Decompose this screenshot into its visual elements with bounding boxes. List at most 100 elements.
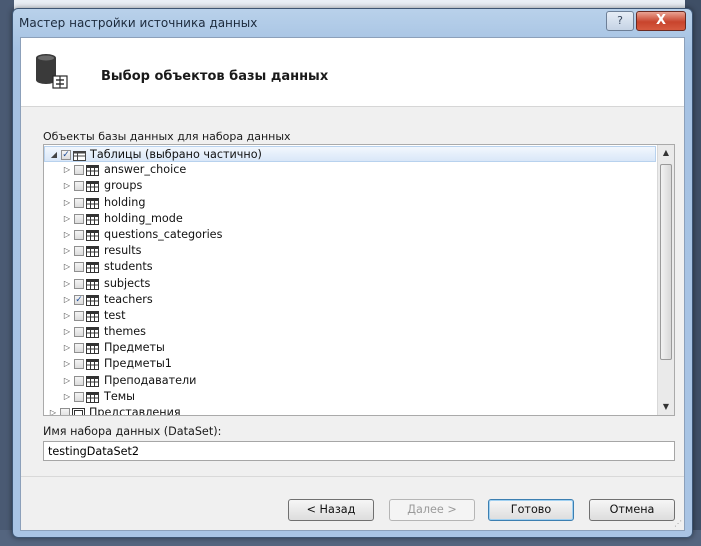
window-title: Мастер настройки источника данных [19, 16, 258, 30]
table-row[interactable]: ▷ holding [44, 195, 656, 211]
table-icon [86, 213, 99, 225]
expand-icon[interactable]: ▷ [62, 308, 72, 324]
table-checkbox[interactable] [74, 343, 84, 354]
table-checkbox[interactable] [74, 278, 84, 289]
table-name: teachers [104, 292, 153, 306]
expand-icon[interactable]: ▷ [62, 292, 72, 308]
expand-icon[interactable]: ▷ [62, 373, 72, 389]
table-name: Предметы1 [104, 357, 172, 371]
table-name: Темы [104, 389, 135, 403]
title-bar[interactable]: Мастер настройки источника данных ? X [13, 9, 692, 37]
scroll-thumb[interactable] [660, 164, 672, 360]
expand-icon[interactable]: ▷ [62, 178, 72, 194]
table-row[interactable]: ▷ holding_mode [44, 211, 656, 227]
tree-node-label: Таблицы (выбрано частично) [90, 148, 262, 161]
expand-icon[interactable]: ▷ [62, 227, 72, 243]
expand-icon[interactable]: ▷ [62, 195, 72, 211]
expand-icon[interactable]: ▷ [62, 340, 72, 356]
table-row[interactable]: ▷ Предметы1 [44, 356, 656, 372]
table-checkbox-checked[interactable]: ✓ [74, 294, 84, 305]
finish-button[interactable]: Готово [488, 499, 574, 521]
table-row[interactable]: ▷ students [44, 259, 656, 275]
table-checkbox[interactable] [74, 246, 84, 257]
table-checkbox[interactable] [74, 327, 84, 338]
table-icon [86, 197, 99, 209]
tree-node-tables[interactable]: ◢ ✓ Таблицы (выбрано частично) [44, 146, 656, 163]
wizard-content: Выбор объектов базы данных Объекты базы … [20, 37, 685, 531]
cancel-button[interactable]: Отмена [589, 499, 675, 521]
resize-grip-icon[interactable]: ⋰ [674, 519, 682, 528]
table-name: Преподаватели [104, 373, 197, 387]
table-name: subjects [104, 276, 151, 290]
table-checkbox[interactable] [74, 375, 84, 386]
table-name: students [104, 260, 153, 274]
expand-icon[interactable]: ▷ [62, 162, 72, 178]
help-button[interactable]: ? [606, 11, 634, 31]
dataset-name-input[interactable] [43, 441, 675, 461]
wizard-window: Мастер настройки источника данных ? X Вы… [12, 8, 693, 538]
expand-icon[interactable]: ▷ [62, 211, 72, 227]
close-button[interactable]: X [636, 11, 686, 31]
table-checkbox[interactable] [74, 197, 84, 208]
page-title: Выбор объектов базы данных [101, 69, 329, 84]
table-icon [86, 343, 99, 355]
table-icon [86, 359, 99, 371]
table-row[interactable]: ▷ Темы [44, 389, 656, 405]
table-name: test [104, 308, 126, 322]
dataset-name-label: Имя набора данных (DataSet): [43, 425, 222, 438]
table-row[interactable]: ▷ subjects [44, 276, 656, 292]
table-row[interactable]: ▷ results [44, 243, 656, 259]
collapse-icon[interactable]: ◢ [49, 147, 59, 163]
next-button[interactable]: Далее > [389, 499, 475, 521]
table-checkbox[interactable] [74, 391, 84, 402]
table-checkbox[interactable] [74, 310, 84, 321]
table-checkbox[interactable] [74, 262, 84, 273]
table-row[interactable]: ▷ questions_categories [44, 227, 656, 243]
table-checkbox[interactable] [74, 181, 84, 192]
table-row[interactable]: ▷ ✓ teachers [44, 292, 656, 308]
table-row[interactable]: ▷ answer_choice [44, 162, 656, 178]
tree-scrollbar[interactable]: ▲ ▼ [657, 145, 674, 415]
table-row[interactable]: ▷ groups [44, 178, 656, 194]
expand-icon[interactable]: ▷ [62, 276, 72, 292]
table-icon [86, 278, 99, 290]
table-name: themes [104, 325, 146, 339]
database-objects-tree[interactable]: ◢ ✓ Таблицы (выбрано частично) ▷ answer_c… [43, 144, 675, 416]
table-name: groups [104, 179, 143, 193]
table-icon [86, 181, 99, 193]
expand-icon[interactable]: ▷ [62, 259, 72, 275]
table-name: results [104, 244, 142, 258]
tree-node-label: Представления [89, 406, 181, 416]
table-name: Предметы [104, 341, 165, 355]
scroll-up-icon[interactable]: ▲ [658, 145, 674, 161]
table-row[interactable]: ▷ Преподаватели [44, 373, 656, 389]
expand-icon[interactable]: ▷ [48, 405, 58, 415]
table-checkbox[interactable] [74, 359, 84, 370]
table-checkbox[interactable] [74, 229, 84, 240]
table-icon [86, 327, 99, 339]
views-folder-icon [72, 408, 85, 415]
expand-icon[interactable]: ▷ [62, 243, 72, 259]
table-icon [86, 262, 99, 274]
table-icon [86, 375, 99, 387]
table-name: answer_choice [104, 163, 187, 177]
checkbox-views[interactable] [60, 408, 70, 415]
expand-icon[interactable]: ▷ [62, 389, 72, 405]
database-icon [36, 54, 68, 89]
tree-rows: ◢ ✓ Таблицы (выбрано частично) ▷ answer_c… [44, 146, 656, 416]
table-checkbox[interactable] [74, 165, 84, 176]
table-row[interactable]: ▷ test [44, 308, 656, 324]
table-icon [86, 310, 99, 322]
checkbox-tables[interactable]: ✓ [61, 150, 71, 160]
tree-node-views[interactable]: ▷ Представления [44, 405, 656, 416]
expand-icon[interactable]: ▷ [62, 324, 72, 340]
table-icon [86, 246, 99, 258]
expand-icon[interactable]: ▷ [62, 356, 72, 372]
table-row[interactable]: ▷ Предметы [44, 340, 656, 356]
wizard-header: Выбор объектов базы данных [21, 38, 684, 107]
table-checkbox[interactable] [74, 213, 84, 224]
table-row[interactable]: ▷ themes [44, 324, 656, 340]
table-name: questions_categories [104, 227, 223, 241]
back-button[interactable]: < Назад [288, 499, 374, 521]
scroll-down-icon[interactable]: ▼ [658, 399, 674, 415]
